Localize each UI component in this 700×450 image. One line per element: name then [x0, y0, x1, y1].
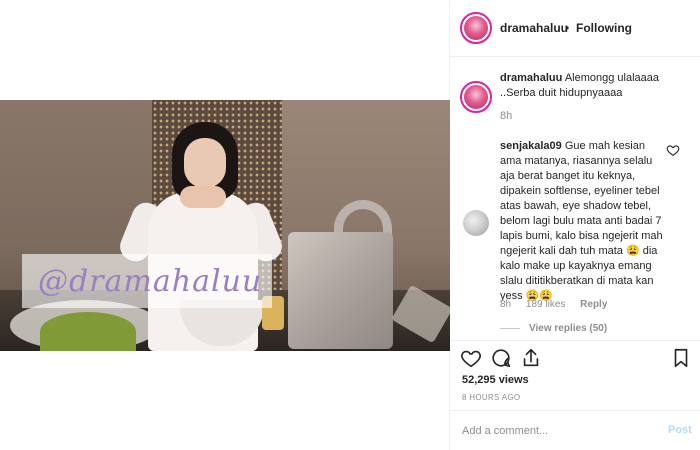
comment-likes[interactable]: 189 likes [526, 299, 565, 310]
view-replies-button[interactable]: View replies (50) [529, 323, 607, 334]
video-heart-hands [180, 186, 226, 208]
post-timestamp[interactable]: 8 HOURS AGO [462, 393, 520, 402]
comment-icon[interactable] [490, 347, 512, 369]
comment-text: Gue mah kesian ama matanya, riasannya se… [500, 140, 663, 302]
action-bar: 52,295 views 8 HOURS AGO [450, 340, 700, 410]
post-header: dramahaluu • Following [450, 0, 700, 57]
post-button[interactable]: Post [668, 424, 692, 436]
video-player[interactable]: @dramahaluu [0, 100, 450, 351]
caption: dramahaluu Alemongg ulalaaaa ..Serba dui… [500, 71, 692, 101]
replies-divider [500, 328, 520, 329]
heart-icon[interactable] [460, 347, 482, 369]
following-button[interactable]: Following [576, 21, 632, 35]
avatar[interactable] [460, 12, 492, 44]
video-watermark: @dramahaluu [38, 264, 263, 299]
commenter-avatar[interactable] [463, 210, 489, 236]
header-separator: • [565, 21, 570, 35]
post-side-panel: dramahaluu • Following dramahaluu Alemon… [450, 0, 700, 450]
comment: senjakala09 Gue mah kesian ama matanya, … [500, 139, 666, 304]
video-person-face [184, 138, 226, 188]
add-comment-bar: Post [450, 410, 700, 450]
bookmark-icon[interactable] [670, 347, 692, 369]
comment-like-heart-icon[interactable] [666, 143, 680, 157]
video-greens [40, 312, 136, 351]
media-area: @dramahaluu [0, 0, 450, 450]
caption-username[interactable]: dramahaluu [500, 72, 562, 84]
reply-button[interactable]: Reply [580, 299, 607, 310]
caption-time: 8h [500, 110, 513, 122]
comments-list[interactable]: dramahaluu Alemongg ulalaaaa ..Serba dui… [450, 57, 700, 340]
header-username[interactable]: dramahaluu [500, 21, 568, 35]
share-icon[interactable] [520, 347, 542, 369]
video-handbag [288, 232, 393, 349]
caption-avatar[interactable] [460, 81, 492, 113]
view-count[interactable]: 52,295 views [462, 374, 529, 386]
comment-meta: 8h 189 likes Reply [500, 299, 619, 310]
add-comment-input[interactable] [462, 423, 642, 439]
comment-time: 8h [500, 299, 512, 310]
comment-username[interactable]: senjakala09 [500, 140, 562, 152]
